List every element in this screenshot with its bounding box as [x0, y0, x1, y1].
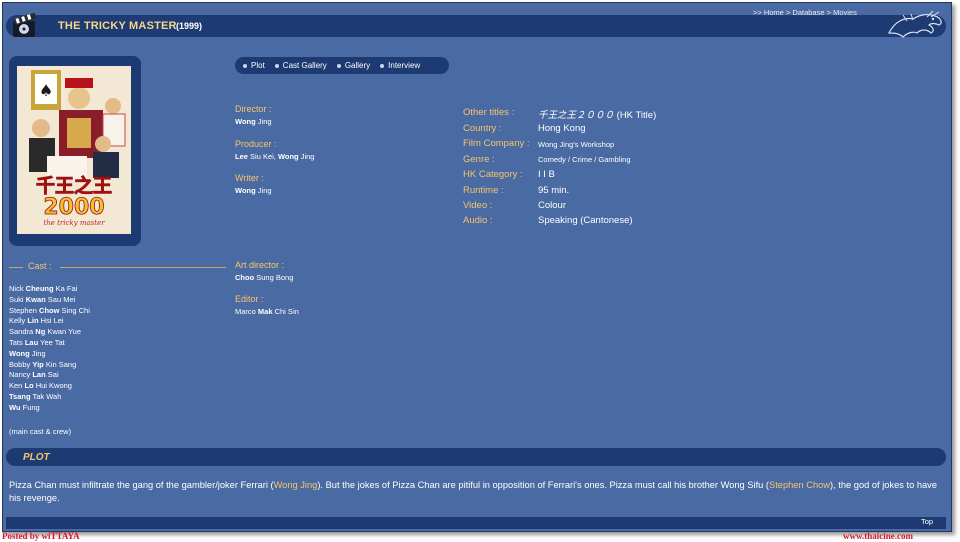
director-label: Director : [235, 104, 272, 114]
cast-member[interactable]: Kelly Lin Hsi Lei [9, 316, 90, 327]
cast-member[interactable]: Nick Cheung Ka Fai [9, 284, 90, 295]
other-titles-value: 千王之王２０００ (HK Title) [538, 110, 657, 121]
editor-value[interactable]: Marco Mak Chi Sin [235, 307, 299, 316]
writer-label: Writer : [235, 173, 264, 183]
cast-note: (main cast & crew) [9, 427, 72, 436]
poster-artwork: ♠ 千王之王 2000 the tricky master [17, 66, 131, 234]
cast-member[interactable]: Suki Kwan Sau Mei [9, 295, 90, 306]
tab-cast-gallery[interactable]: Cast Gallery [274, 61, 327, 70]
breadcrumb-separator: > [824, 8, 834, 17]
poster-number-text: 2000 [43, 195, 104, 220]
country-label: Country : [463, 123, 502, 134]
video-label: Video : [463, 200, 493, 211]
plot-bar [6, 448, 946, 466]
audio-label: Audio : [463, 215, 493, 226]
cast-member[interactable]: Wong Jing [9, 349, 90, 360]
poster-title-text: 千王之王 [36, 174, 112, 197]
bullet-icon [380, 63, 385, 68]
country-value: Hong Kong [538, 123, 586, 134]
producer-label: Producer : [235, 139, 277, 149]
hk-category-label: HK Category : [463, 169, 523, 180]
film-company-value[interactable]: Wong Jing's Workshop [538, 140, 614, 149]
audio-value: Speaking (Cantonese) [538, 215, 633, 226]
tab-gallery[interactable]: Gallery [336, 61, 370, 70]
film-company-label: Film Company : [463, 138, 530, 149]
tab-interview[interactable]: Interview [380, 61, 420, 70]
art-director-value[interactable]: Choo Sung Bong [235, 273, 293, 282]
genre-label: Genre : [463, 154, 495, 165]
other-titles-label: Other titles : [463, 107, 515, 118]
director-value[interactable]: Wong Jing [235, 117, 272, 126]
cast-heading-label: Cast : [28, 261, 52, 271]
posted-by-watermark: Posted by wiTTAYA [2, 531, 80, 541]
runtime-value: 95 min. [538, 185, 570, 196]
film-reel-icon [13, 12, 37, 37]
footer-bar [6, 517, 946, 529]
movie-year: (1999) [176, 21, 203, 31]
movie-poster[interactable]: ♠ 千王之王 2000 the tricky master [17, 66, 131, 234]
art-director-label: Art director : [235, 260, 285, 270]
plot-heading: PLOT [23, 452, 50, 463]
bullet-icon [243, 63, 247, 68]
plot-text: Pizza Chan must infiltrate the gang of t… [9, 480, 937, 503]
svg-text:♠: ♠ [39, 81, 53, 100]
tab-plot[interactable]: Plot [243, 61, 265, 70]
cast-member[interactable]: Nancy Lan Sai [9, 370, 90, 381]
breadcrumb-home[interactable]: Home [764, 8, 784, 17]
genre-value[interactable]: Comedy / Crime / Gambling [538, 155, 631, 164]
dragon-logo-icon [888, 10, 942, 38]
divider [60, 267, 226, 268]
cast-member[interactable]: Wu Fung [9, 403, 90, 414]
site-watermark: www.thaicine.com [843, 531, 913, 541]
bullet-icon [274, 63, 279, 68]
cast-member[interactable]: Tsang Tak Wah [9, 392, 90, 403]
page-frame: THE TRICKY MASTER (1999) >> Home > Datab… [2, 2, 952, 532]
hk-category-value: I I B [538, 169, 555, 180]
cast-member[interactable]: Bobby Yip Kin Sang [9, 360, 90, 371]
divider [9, 267, 23, 268]
cast-member[interactable]: Stephen Chow Sing Chi [9, 306, 90, 317]
runtime-label: Runtime : [463, 185, 504, 196]
plot-link-stephen-chow[interactable]: Stephen Chow [769, 480, 830, 490]
breadcrumb-database[interactable]: Database [792, 8, 824, 17]
producer-value[interactable]: Lee Siu Kei, Wong Jing [235, 152, 314, 161]
bullet-icon [336, 63, 341, 68]
editor-label: Editor : [235, 294, 264, 304]
back-to-top-link[interactable]: Top [921, 517, 933, 526]
cast-member[interactable]: Ken Lo Hui Kwong [9, 381, 90, 392]
breadcrumb: >> Home > Database > Movies [753, 8, 857, 17]
poster-frame: ♠ 千王之王 2000 the tricky master [9, 56, 141, 246]
cast-list: Nick Cheung Ka Fai Suki Kwan Sau Mei Ste… [9, 284, 90, 414]
breadcrumb-movies[interactable]: Movies [833, 8, 857, 17]
poster-subtitle: the tricky master [43, 219, 105, 227]
video-value: Colour [538, 200, 566, 211]
writer-value[interactable]: Wong Jing [235, 186, 272, 195]
movie-title: THE TRICKY MASTER [58, 20, 177, 32]
cast-member[interactable]: Tats Lau Yee Tat [9, 338, 90, 349]
plot-link-wong-jing[interactable]: Wong Jing [274, 480, 318, 490]
section-tabs: Plot Cast Gallery Gallery Interview [235, 57, 449, 74]
cast-member[interactable]: Sandra Ng Kwan Yue [9, 327, 90, 338]
cast-heading: Cast : [9, 261, 226, 273]
breadcrumb-prefix: >> [753, 8, 764, 17]
